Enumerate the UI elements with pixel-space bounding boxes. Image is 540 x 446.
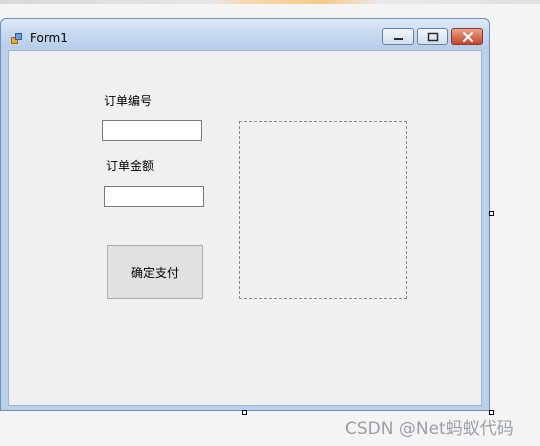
window-title: Form1 xyxy=(30,31,68,45)
resize-handle-bottom[interactable] xyxy=(242,410,247,415)
resize-handle-right[interactable] xyxy=(489,211,494,216)
order-number-input[interactable] xyxy=(102,120,202,141)
close-button[interactable] xyxy=(451,28,483,45)
form-window[interactable]: Form1 订单编号 订单金额 确定支付 xyxy=(0,18,490,411)
watermark-text: CSDN @Net蚂蚁代码 xyxy=(345,419,514,439)
designer-surface: Form1 订单编号 订单金额 确定支付 CSDN @Net蚂蚁代码 xyxy=(0,0,540,446)
minimize-button[interactable] xyxy=(382,28,414,45)
title-bar[interactable]: Form1 xyxy=(1,19,489,49)
form-app-icon xyxy=(11,30,23,44)
confirm-pay-button[interactable]: 确定支付 xyxy=(107,245,203,299)
form-client-area: 订单编号 订单金额 确定支付 xyxy=(8,50,482,406)
order-amount-input[interactable] xyxy=(104,186,204,207)
top-toolbar-strip xyxy=(0,0,540,4)
order-amount-label: 订单金额 xyxy=(106,159,155,173)
qr-code-picturebox[interactable] xyxy=(239,121,407,299)
maximize-button[interactable] xyxy=(417,28,448,45)
order-number-label: 订单编号 xyxy=(104,94,153,108)
